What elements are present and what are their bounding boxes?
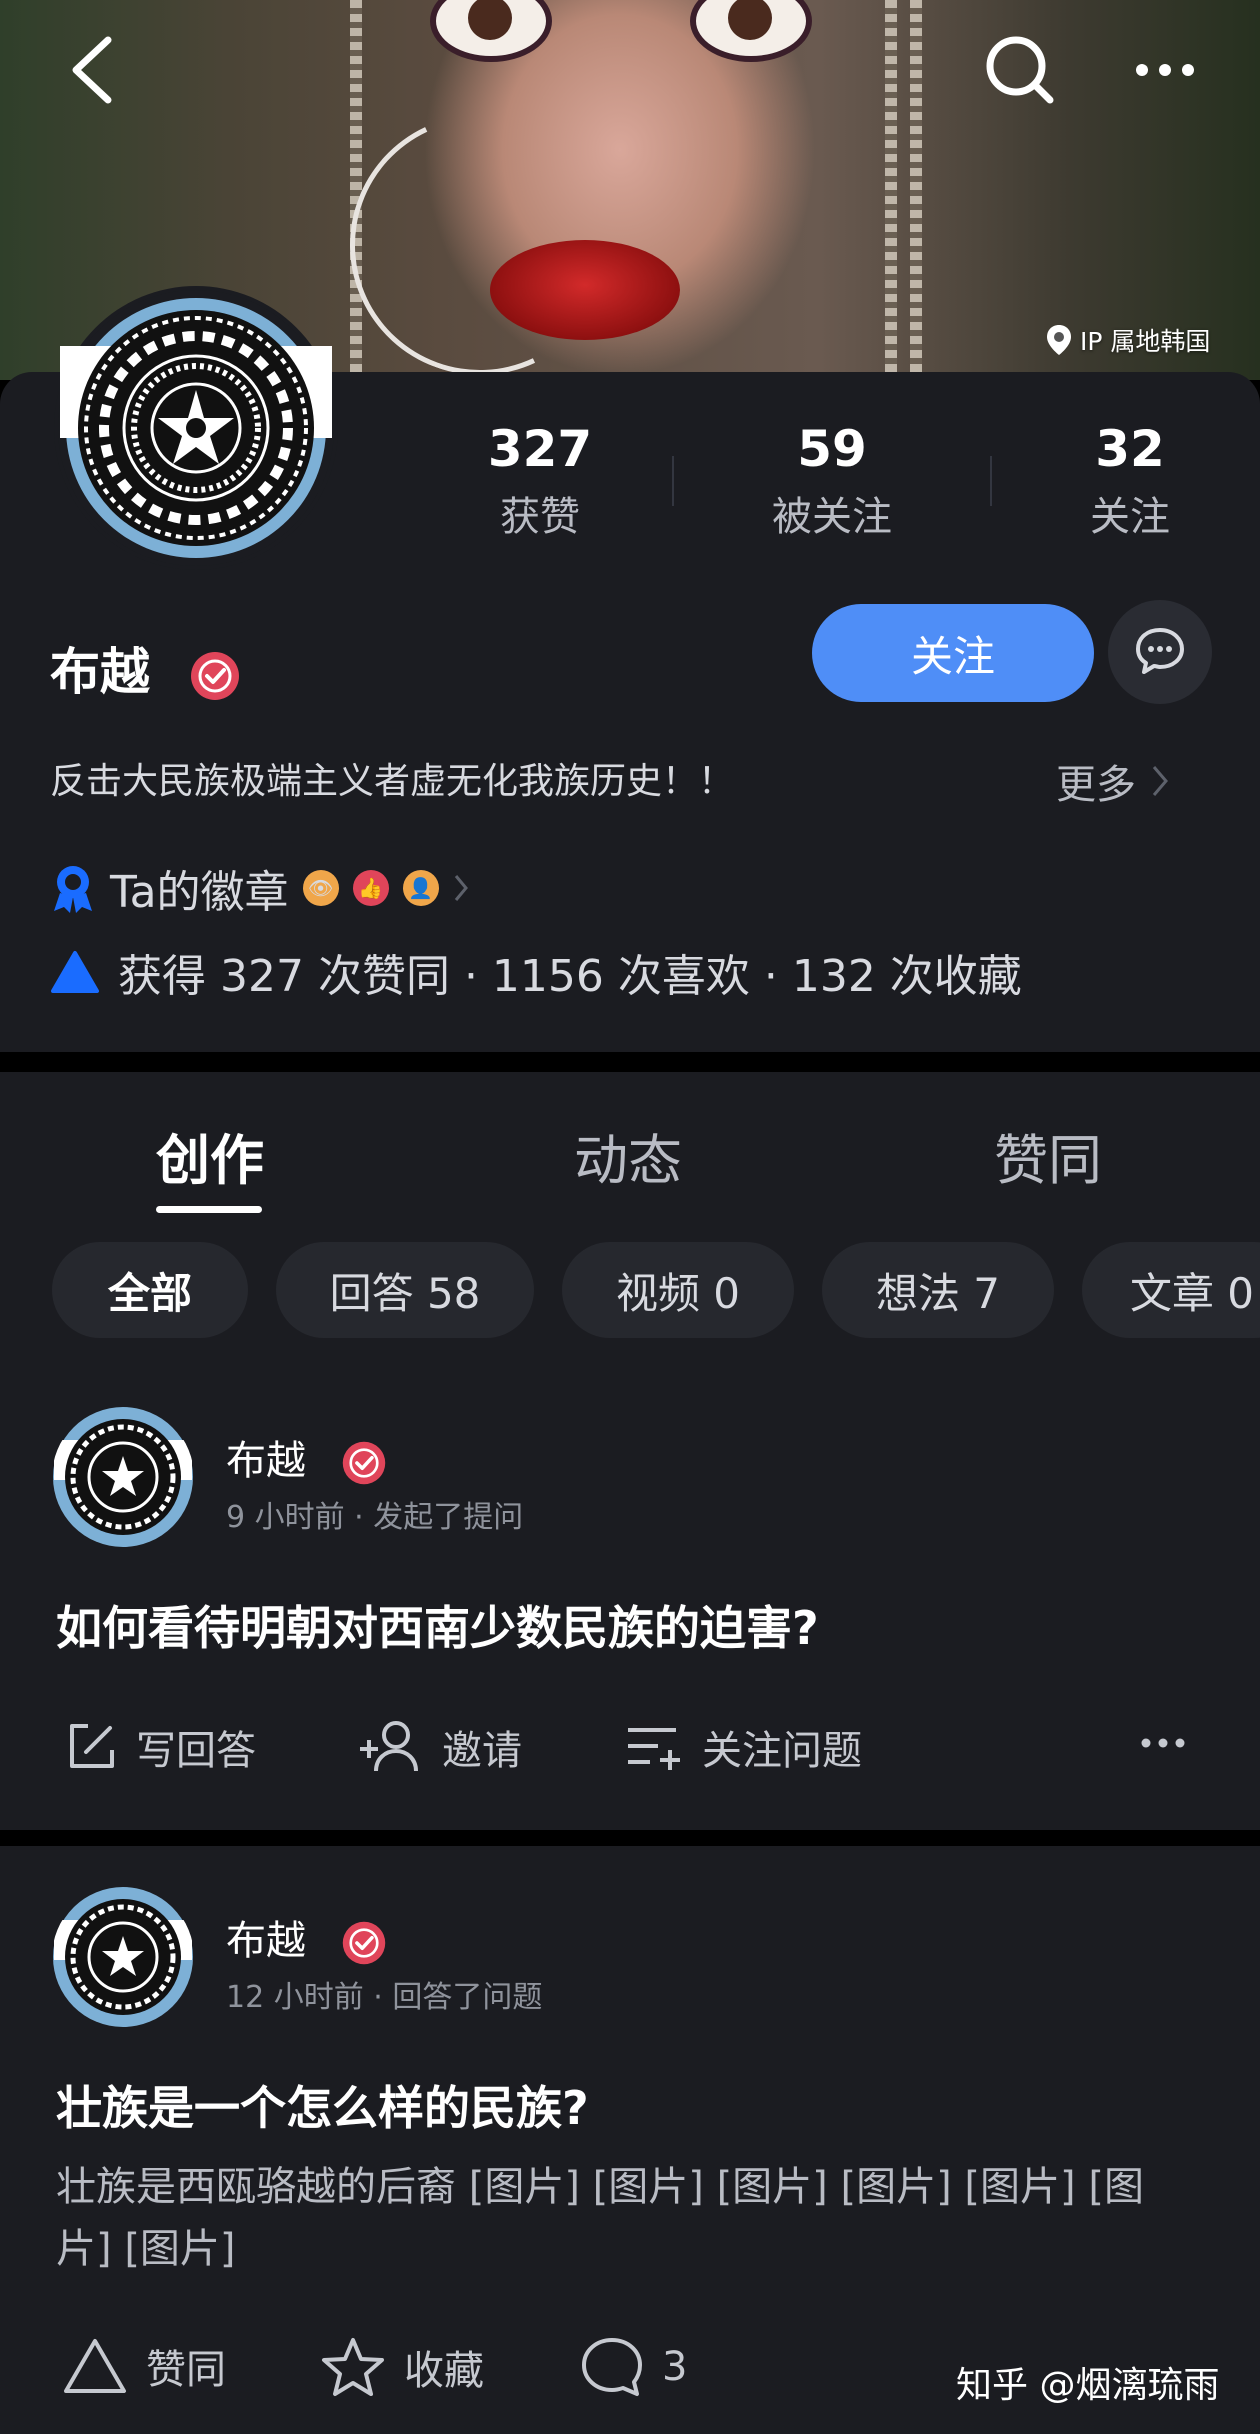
search-button[interactable] [980, 30, 1060, 114]
upvote-button[interactable]: 赞同 [62, 2336, 226, 2396]
profile-avatar-image [58, 290, 334, 566]
filter-chip-all[interactable]: 全部 [52, 1242, 248, 1338]
badges-label: Ta的徽章 [110, 867, 289, 918]
tab-upvoted[interactable]: 赞同 [994, 1116, 1102, 1195]
ip-location-text: IP 属地韩国 [1080, 327, 1211, 356]
edit-icon [70, 1724, 114, 1768]
triangle-upvote-icon [64, 2339, 126, 2393]
chat-bubble-icon [1136, 628, 1184, 674]
stat-followers-label: 被关注 [772, 494, 892, 540]
profile-bio: 反击大民族极端主义者虚无化我族历史！！ [50, 761, 735, 802]
upvote-label: 赞同 [146, 2347, 226, 2393]
invite-button[interactable]: 邀请 [358, 1718, 522, 1776]
stat-divider [990, 456, 992, 506]
tab-activity[interactable]: 动态 [574, 1116, 682, 1195]
verified-icon [342, 1921, 385, 1965]
verified-icon [342, 1441, 385, 1485]
write-answer-button[interactable]: 写回答 [64, 1718, 256, 1776]
stat-followers[interactable]: 59 被关注 [742, 420, 922, 542]
author-name: 布越 [226, 1438, 306, 1484]
active-tab-indicator [156, 1206, 262, 1213]
profile-name: 布越 [50, 643, 150, 701]
author-avatar[interactable] [52, 1886, 194, 2028]
comment-button[interactable]: 3 [580, 2336, 687, 2398]
back-arrow-icon [72, 36, 112, 104]
comment-icon [582, 2338, 642, 2396]
filter-chip-answers[interactable]: 回答 58 [276, 1242, 534, 1338]
message-button[interactable] [1108, 600, 1212, 704]
thumbs-up-badge-icon: 👍 [352, 870, 389, 906]
badge-ribbon-icon [54, 866, 92, 913]
star-icon [322, 2338, 384, 2396]
stat-likes-label: 获赞 [500, 494, 580, 540]
watermark: 知乎 @烟漓琉雨 [956, 2365, 1220, 2406]
verified-icon [191, 651, 240, 700]
follow-button[interactable]: 关注 [812, 604, 1094, 702]
achievement-summary-text: 获得 327 次赞同 · 1156 次喜欢 · 132 次收藏 [118, 951, 1022, 1002]
more-dots-icon [1136, 64, 1194, 76]
more-options-button[interactable] [1130, 40, 1200, 104]
location-pin-icon [1047, 325, 1071, 355]
stat-following-value: 32 [1095, 420, 1165, 478]
ip-location-tag: IP 属地韩国 [1046, 322, 1210, 358]
triangle-upvote-icon [51, 951, 99, 993]
back-button[interactable] [62, 30, 122, 114]
write-answer-label: 写回答 [136, 1728, 256, 1774]
feed-item[interactable]: 布越 9 小时前 · 发起了提问 如何看待明朝对西南少数民族的迫害? 写回答 邀… [0, 1366, 1260, 1830]
cover-chain [350, 0, 362, 380]
profile-name-row: 布越 [50, 632, 241, 704]
chevron-right-icon [1152, 766, 1168, 796]
chevron-right-icon [454, 875, 468, 901]
achievement-summary: 获得 327 次赞同 · 1156 次喜欢 · 132 次收藏 [50, 940, 1022, 1004]
cover-eye [690, 0, 812, 62]
filter-chip-articles[interactable]: 文章 0 [1082, 1242, 1260, 1338]
stat-likes[interactable]: 327 获赞 [460, 420, 620, 542]
collect-label: 收藏 [404, 2348, 484, 2394]
invite-label: 邀请 [442, 1728, 522, 1774]
post-more-button[interactable] [1138, 1728, 1188, 1758]
cover-chain [910, 0, 922, 380]
question-title[interactable]: 如何看待明朝对西南少数民族的迫害? [56, 1592, 819, 1658]
add-person-icon [360, 1721, 418, 1772]
cover-lips [490, 240, 680, 340]
add-list-icon [628, 1728, 680, 1770]
stat-likes-value: 327 [487, 420, 593, 478]
post-meta: 12 小时前 · 回答了问题 [226, 1980, 543, 2015]
comment-count: 3 [662, 2344, 688, 2390]
cover-eye [430, 0, 552, 62]
follow-question-label: 关注问题 [702, 1728, 862, 1774]
post-meta: 9 小时前 · 发起了提问 [226, 1500, 524, 1535]
filter-chip-thoughts[interactable]: 想法 7 [822, 1242, 1054, 1338]
filter-chip-videos[interactable]: 视频 0 [562, 1242, 794, 1338]
author-name-row: 布越 [226, 1428, 387, 1486]
author-name-row: 布越 [226, 1908, 387, 1966]
answer-excerpt[interactable]: 壮族是西瓯骆越的后裔 [图片] [图片] [图片] [图片] [图片] [图片]… [56, 2156, 1186, 2280]
person-badge-icon: 👤 [402, 870, 439, 906]
author-name: 布越 [226, 1918, 306, 1964]
follow-question-button[interactable]: 关注问题 [624, 1718, 862, 1776]
badges-row[interactable]: Ta的徽章 👁 👍 👤 [50, 856, 469, 920]
more-bio-link[interactable]: 更多 [1056, 752, 1170, 810]
cover-chain [885, 0, 897, 380]
stat-following[interactable]: 32 关注 [1060, 420, 1200, 542]
question-title[interactable]: 壮族是一个怎么样的民族? [56, 2072, 589, 2138]
stat-followers-value: 59 [797, 420, 867, 478]
collect-button[interactable]: 收藏 [320, 2336, 484, 2398]
more-dots-icon [1141, 1738, 1185, 1748]
stat-following-label: 关注 [1090, 494, 1170, 540]
feed-item[interactable]: 布越 12 小时前 · 回答了问题 壮族是一个怎么样的民族? 壮族是西瓯骆越的后… [0, 1846, 1260, 2434]
tab-creations[interactable]: 创作 [156, 1116, 264, 1195]
author-avatar[interactable] [52, 1406, 194, 1548]
more-bio-label: 更多 [1056, 762, 1136, 808]
eye-badge-icon: 👁 [302, 870, 339, 906]
avatar[interactable] [54, 286, 338, 570]
stat-divider [672, 456, 674, 506]
search-icon [986, 36, 1054, 104]
